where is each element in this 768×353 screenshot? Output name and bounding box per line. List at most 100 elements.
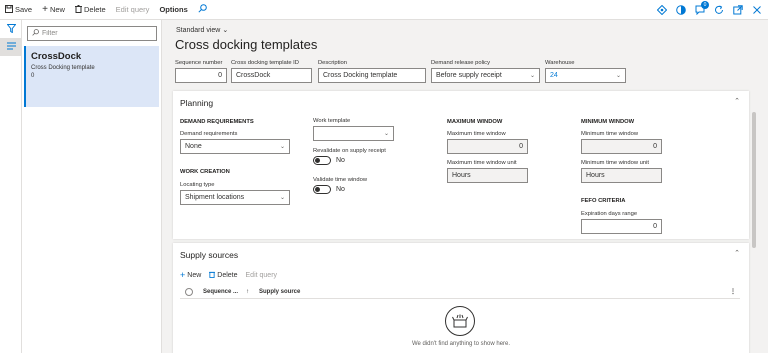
expiration-days-range-field: Expiration days range 0 [581, 211, 662, 234]
new-label: New [187, 271, 202, 279]
field-label: Minimum time window unit [581, 160, 649, 166]
validate-time-window-toggle[interactable] [313, 185, 331, 194]
field-label: Minimum time window [581, 131, 639, 137]
max-window-section: MAXIMUM WINDOW [447, 119, 503, 125]
field-label: Sequence number [175, 60, 223, 66]
toggle-value: No [336, 157, 345, 164]
toggle-value: No [336, 186, 345, 193]
chevron-down-icon: ⌄ [222, 27, 229, 34]
field-label: Maximum time window unit [447, 160, 517, 166]
filter-box[interactable] [27, 26, 157, 41]
locating-type-field: Locating type Shipment locations ⌄ [180, 182, 290, 205]
action-pane: Save + New Delete Edit query Options 0 [0, 0, 768, 20]
min-window-section: MINIMUM WINDOW [581, 119, 635, 125]
list-icon [6, 42, 16, 52]
list-pane-button[interactable] [0, 38, 22, 56]
demand-release-policy-field: Demand release policy Before supply rece… [431, 60, 540, 83]
max-time-window-field: Maximum time window 0 [447, 131, 528, 154]
select-value: None [185, 143, 202, 150]
close-icon[interactable] [752, 5, 762, 15]
demand-requirements-select[interactable]: None ⌄ [180, 139, 290, 154]
refresh-icon[interactable] [714, 5, 724, 15]
vertical-scrollbar[interactable] [752, 112, 756, 248]
work-template-field: Work template ⌄ [313, 118, 394, 141]
list-item-title: CrossDock [31, 51, 82, 62]
supply-edit-query-button[interactable]: Edit query [246, 272, 278, 279]
save-button[interactable]: Save [0, 0, 37, 20]
popout-icon[interactable] [733, 5, 743, 15]
chevron-up-icon[interactable]: ⌃ [734, 249, 740, 257]
view-label: Standard view [176, 26, 221, 34]
diamond-icon[interactable] [657, 5, 667, 15]
max-time-window-input[interactable]: 0 [447, 139, 528, 154]
office-icon[interactable] [676, 5, 686, 15]
field-label: Description [318, 60, 347, 66]
edit-query-button[interactable]: Edit query [111, 0, 155, 20]
edit-query-label: Edit query [115, 5, 150, 14]
field-label: Expiration days range [581, 211, 638, 217]
chat-icon[interactable]: 0 [695, 1, 709, 15]
field-label: Demand release policy [431, 60, 490, 66]
empty-box-icon [445, 306, 475, 336]
supply-sources-header[interactable]: Supply sources [180, 250, 238, 260]
left-rail [0, 20, 22, 353]
more-options-icon[interactable]: ⋮ [730, 288, 736, 295]
work-creation-section: WORK CREATION [180, 169, 230, 175]
work-template-select[interactable]: ⌄ [313, 126, 394, 141]
supply-sources-toolbar: + New Delete Edit query [180, 270, 277, 280]
add-icon: + [42, 3, 48, 15]
list-item-subtitle: Cross Docking template [31, 65, 95, 71]
max-time-window-unit-field: Maximum time window unit Hours [447, 160, 528, 183]
column-header-sequence[interactable]: Sequence ... [203, 289, 238, 295]
delete-label: Delete [217, 271, 238, 279]
filter-pane-button[interactable] [0, 20, 22, 38]
delete-icon [209, 271, 216, 280]
supply-new-button[interactable]: + New [180, 270, 201, 280]
min-time-window-input[interactable]: 0 [581, 139, 662, 154]
save-label: Save [15, 5, 33, 14]
supply-delete-button[interactable]: Delete [209, 271, 238, 280]
options-tab[interactable]: Options [154, 0, 192, 20]
sort-ascending-icon: ↑ [246, 288, 250, 295]
revalidate-toggle[interactable] [313, 156, 331, 165]
template-id-input[interactable]: CrossDock [231, 68, 312, 83]
planning-fasttab: Planning ⌃ DEMAND REQUIREMENTS Demand re… [173, 91, 749, 239]
column-header-supply-source[interactable]: Supply source [259, 289, 300, 295]
view-selector[interactable]: Standard view ⌄ [176, 26, 229, 35]
new-button[interactable]: + New [37, 0, 70, 20]
delete-icon [74, 4, 82, 15]
min-time-window-unit-input[interactable]: Hours [581, 168, 662, 183]
sequence-number-input[interactable]: 0 [175, 68, 227, 83]
filter-input[interactable] [42, 30, 142, 37]
locating-type-select[interactable]: Shipment locations ⌄ [180, 190, 290, 205]
warehouse-select[interactable]: 24 ⌄ [545, 68, 626, 83]
planning-header[interactable]: Planning [180, 98, 213, 108]
list-item-sequence: 0 [31, 73, 35, 79]
demand-release-policy-select[interactable]: Before supply receipt ⌄ [431, 68, 540, 83]
delete-button[interactable]: Delete [70, 0, 111, 20]
window-controls: 0 [657, 0, 762, 20]
list-item[interactable]: CrossDock Cross Docking template 0 [24, 46, 159, 107]
edit-query-label: Edit query [245, 271, 278, 279]
chevron-down-icon: ⌄ [615, 73, 621, 79]
list-pane: CrossDock Cross Docking template 0 [22, 20, 162, 353]
field-label: Locating type [180, 182, 215, 188]
expiration-days-range-input[interactable]: 0 [581, 219, 662, 234]
sequence-number-field: Sequence number 0 [175, 60, 227, 83]
search-icon [198, 4, 207, 15]
chevron-up-icon[interactable]: ⌃ [734, 97, 740, 105]
chevron-down-icon: ⌄ [529, 73, 535, 79]
select-value: Shipment locations [185, 194, 245, 201]
template-id-field: Cross docking template ID CrossDock [231, 60, 312, 83]
chevron-down-icon: ⌄ [279, 144, 285, 150]
field-label: Work template [313, 118, 351, 124]
search-button[interactable] [193, 0, 212, 20]
description-input[interactable]: Cross Docking template [318, 68, 426, 83]
chevron-down-icon: ⌄ [383, 131, 389, 137]
select-all-radio[interactable] [185, 287, 193, 296]
field-label: Cross docking template ID [231, 60, 299, 66]
max-time-window-unit-input[interactable]: Hours [447, 168, 528, 183]
validate-time-window-field: Validate time window No [313, 177, 367, 194]
revalidate-field: Revalidate on supply receipt No [313, 148, 386, 165]
save-icon [5, 4, 13, 15]
